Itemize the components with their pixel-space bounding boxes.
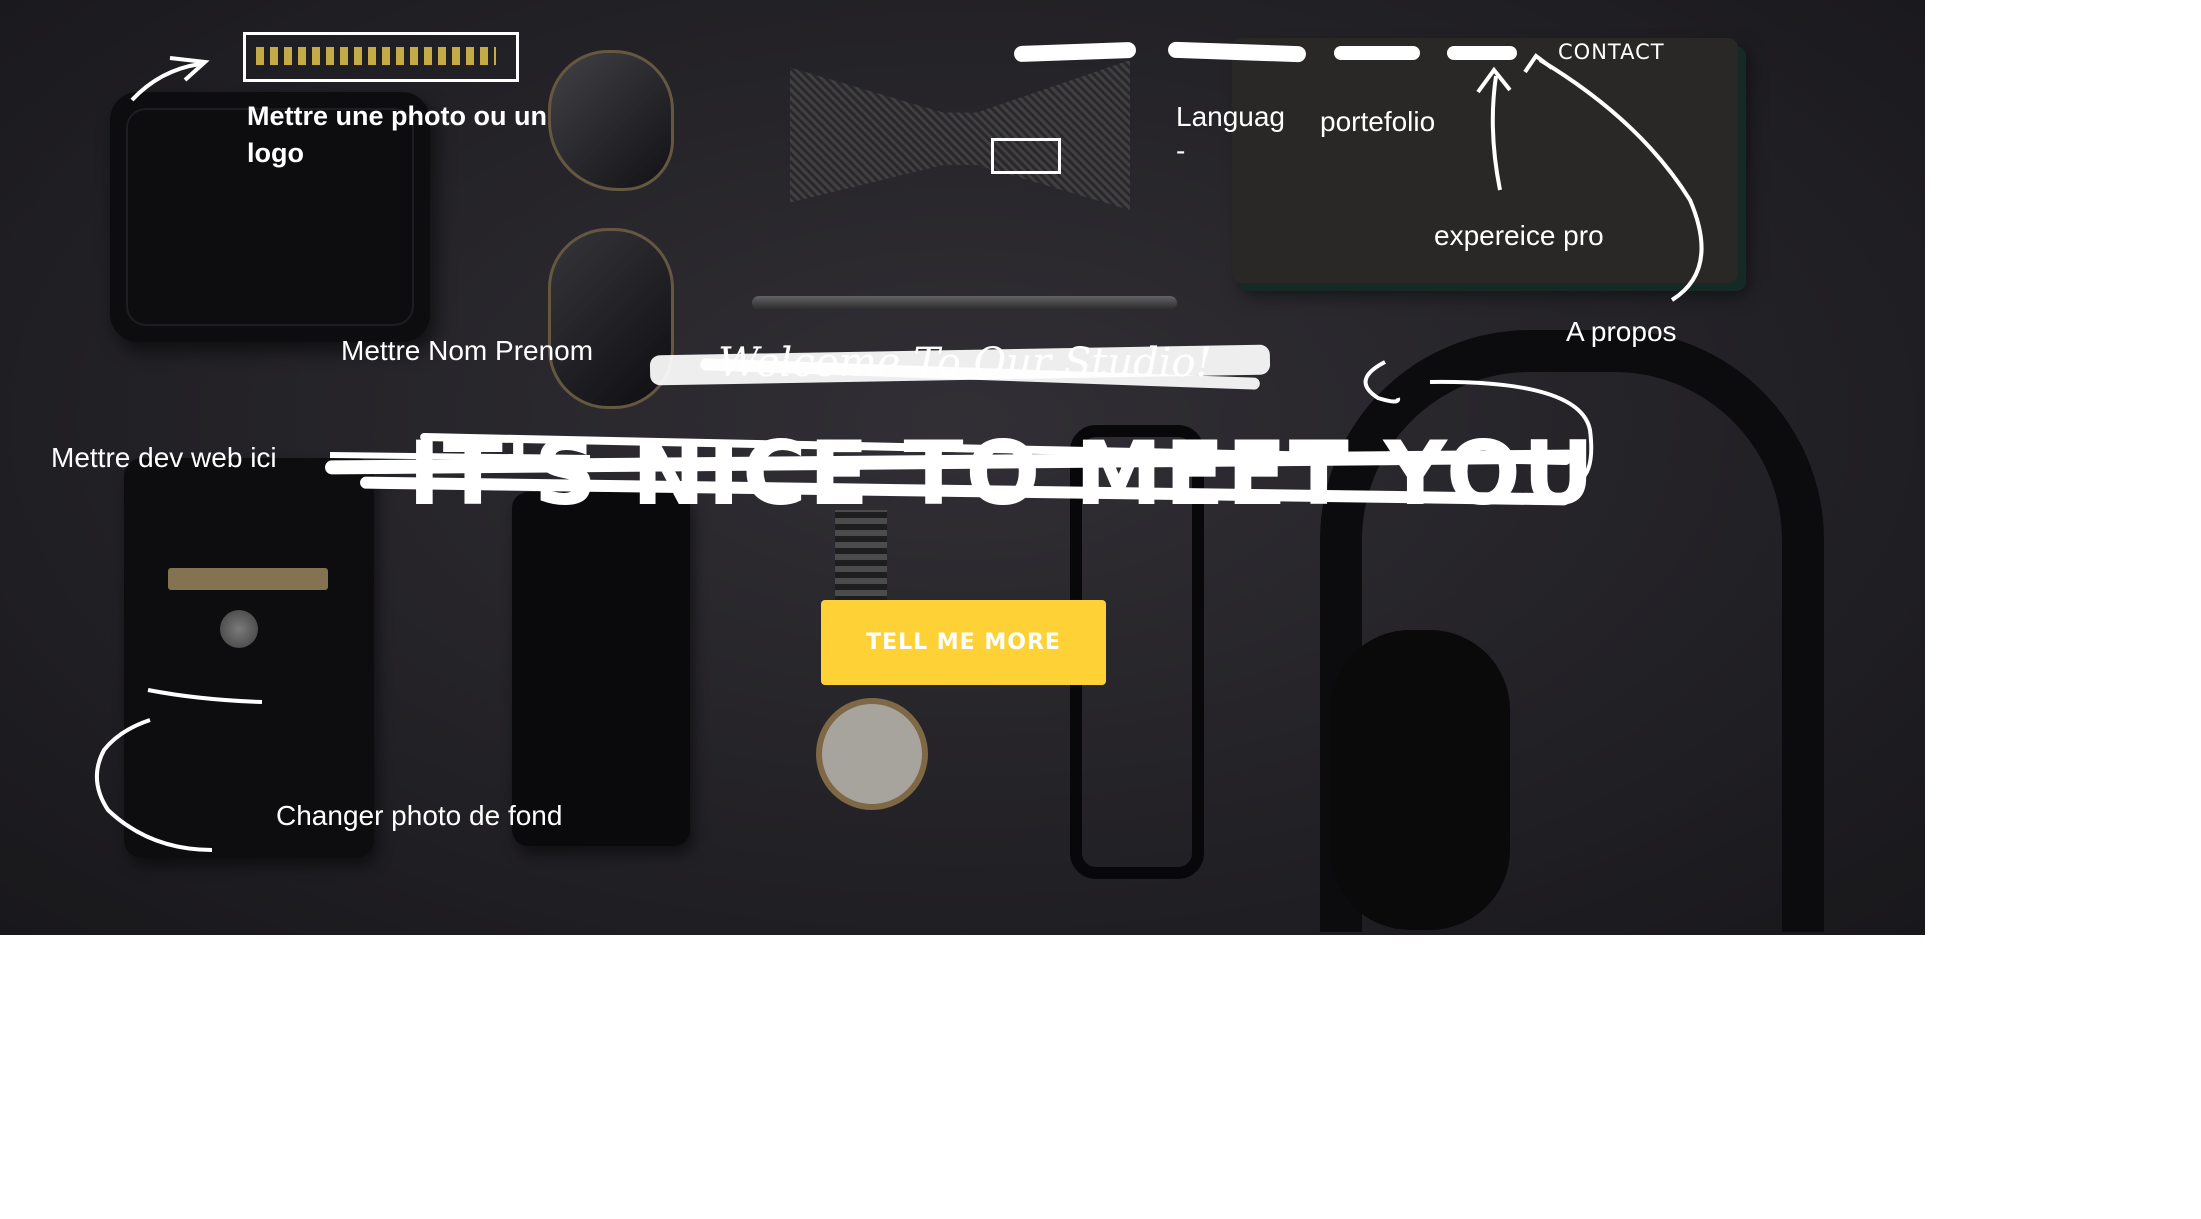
arrow-icon (1429, 379, 1594, 482)
hero-section: CONTACT Welcome To Our Studio! IT'S NICE… (0, 0, 1925, 935)
arrow-icon (329, 452, 591, 461)
arrow-icon (1476, 66, 1512, 191)
annotation-arrows (94, 53, 1704, 852)
arrow-icon (130, 56, 210, 102)
arrow-icon (1523, 53, 1704, 302)
arrow-icon (94, 688, 263, 852)
arrow-icon (1363, 360, 1401, 404)
